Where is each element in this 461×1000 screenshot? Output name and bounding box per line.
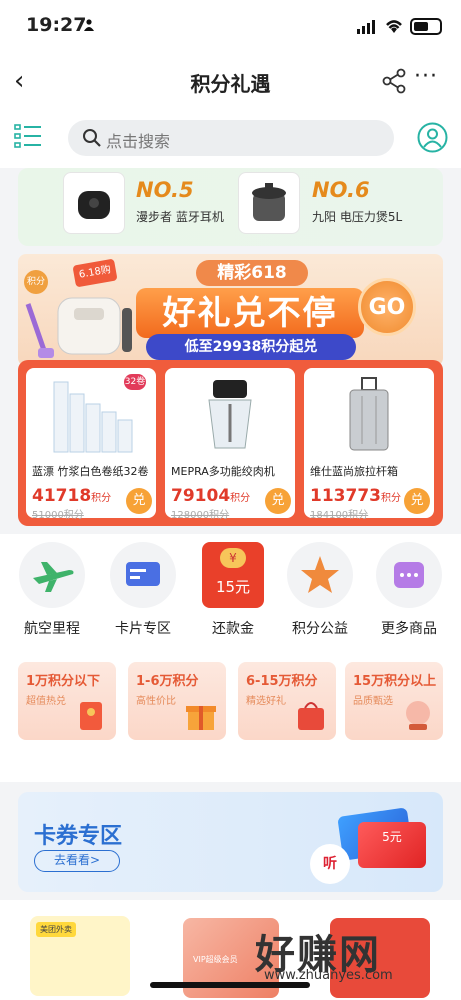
deal-name: 维仕蓝尚旅拉杆箱 — [310, 465, 398, 478]
category-label: 积分公益 — [292, 621, 348, 637]
tier-title: 15万积分以上 — [353, 674, 437, 689]
red-packet-icon: ¥ 15元 — [202, 542, 264, 608]
search-placeholder: 点击搜索 — [106, 132, 171, 151]
banner-subtitle: 低至29938积分起兑 — [146, 334, 356, 360]
card-brand-label: 美团外卖 — [36, 922, 76, 937]
coupon-zone-title: 卡券专区 — [34, 824, 123, 849]
product-thumb-cooker[interactable] — [238, 172, 300, 234]
deal-name: MEPRA多功能绞肉机 — [171, 465, 275, 478]
deal-card[interactable]: 维仕蓝尚旅拉杆箱 113773积分 184100积分 兑 — [304, 368, 434, 521]
deal-name: 蓝漂 竹浆白色卷纸32卷 — [32, 465, 149, 478]
product-name[interactable]: 漫步者 蓝牙耳机 — [136, 208, 224, 225]
tier-title: 1-6万积分 — [136, 674, 199, 689]
category-row: 航空里程 卡片专区 ¥ 15元 还款金 积分公益 更多商品 — [0, 534, 461, 652]
category-label: 更多商品 — [381, 621, 437, 637]
tier-title: 6-15万积分 — [246, 674, 318, 689]
deal-points: 79104积分 — [171, 486, 251, 506]
tier-card[interactable]: 6-15万积分 精选好礼 — [238, 662, 336, 740]
banner-pill: 精彩618 — [196, 260, 308, 286]
more-button[interactable]: ··· — [414, 66, 444, 94]
rice-cooker-image — [57, 297, 132, 355]
red-envelope-icon — [80, 702, 102, 730]
pack-count-badge: 32卷 — [124, 374, 146, 390]
airplane-icon — [33, 562, 74, 592]
nav-bar: ‹ 积分礼遇 ··· — [0, 56, 461, 108]
category-label: 卡片专区 — [115, 621, 171, 637]
tier-card[interactable]: 15万积分以上 品质甄选 — [345, 662, 443, 740]
product-thumb-earbuds[interactable] — [63, 172, 125, 234]
deal-card[interactable]: MEPRA多功能绞肉机 79104积分 128000积分 兑 — [165, 368, 295, 521]
more-dots-icon — [394, 562, 424, 588]
crystal-ball-icon — [406, 701, 430, 730]
share-icon[interactable] — [381, 68, 407, 94]
promo-banner-618[interactable]: 积分 6.18购 精彩618 好礼兑不停 低至29938积分起兑 GO — [18, 254, 443, 366]
deal-points: 41718积分 — [32, 486, 112, 506]
coupon-circle-badge: 听 — [310, 844, 350, 884]
deal-original-points: 51000积分 — [32, 510, 84, 521]
earbuds-image — [78, 191, 110, 219]
card-icon — [126, 562, 160, 586]
vacuum-image — [25, 303, 54, 358]
wifi-icon — [386, 20, 402, 33]
tier-title: 1万积分以下 — [26, 674, 101, 689]
tier-card[interactable]: 1-6万积分 高性价比 — [128, 662, 226, 740]
packet-value: 15元 — [215, 578, 251, 596]
luggage-image — [349, 377, 389, 451]
gift-box-icon — [186, 706, 216, 730]
deals-panel: 32卷 蓝漂 竹浆白色卷纸32卷 41718积分 51000积分 兑 MEPRA… — [18, 360, 443, 526]
coupon-zone-cta[interactable]: 去看看> — [34, 850, 120, 872]
deal-points: 113773积分 — [310, 486, 401, 506]
status-time: 19:27 — [26, 14, 87, 36]
tier-subtitle: 高性价比 — [136, 696, 176, 707]
coupon-zone-banner[interactable]: 卡券专区 去看看> 5元 听 — [18, 792, 443, 892]
top-products-strip: NO.5 漫步者 蓝牙耳机 NO.6 九阳 电压力煲5L — [18, 168, 443, 246]
star-icon — [301, 556, 339, 593]
yuan-symbol: ¥ — [220, 548, 246, 568]
home-indicator[interactable] — [150, 982, 310, 988]
category-label: 航空里程 — [24, 621, 80, 637]
status-bar: 19:27 — [0, 0, 461, 56]
deal-original-points: 184100积分 — [310, 510, 369, 521]
category-label: 还款金 — [212, 621, 254, 637]
deal-card[interactable]: 32卷 蓝漂 竹浆白色卷纸32卷 41718积分 51000积分 兑 — [26, 368, 156, 521]
bottom-card-meituan[interactable]: 美团外卖 — [30, 916, 130, 996]
tier-card[interactable]: 1万积分以下 超值热兑 — [18, 662, 116, 740]
points-tier-row: 1万积分以下 超值热兑 1-6万积分 高性价比 6-15万积分 精选好礼 15万… — [0, 652, 461, 752]
search-row: 点击搜索 — [0, 108, 461, 168]
banner-points-badge: 积分 — [24, 270, 48, 294]
search-icon — [83, 129, 101, 147]
person-icon — [84, 19, 94, 31]
tier-subtitle: 品质甄选 — [353, 696, 393, 707]
coupon-card-red: 5元 — [358, 822, 426, 868]
banner-headline: 好礼兑不停 — [136, 288, 364, 338]
category-menu-icon[interactable] — [14, 122, 42, 150]
signal-icon — [357, 20, 375, 34]
product-rank: NO.5 — [136, 178, 194, 202]
redeem-button[interactable]: 兑 — [404, 488, 430, 514]
card-brand-label: VIP超级会员 — [193, 955, 238, 964]
tier-subtitle: 精选好礼 — [246, 696, 286, 707]
product-rank: NO.6 — [312, 178, 370, 202]
battery-icon — [410, 18, 442, 35]
banner-go-button[interactable]: GO — [358, 278, 416, 336]
user-profile-icon[interactable] — [417, 122, 448, 153]
tier-subtitle: 超值热兑 — [26, 696, 66, 707]
redeem-button[interactable]: 兑 — [265, 488, 291, 514]
section-gap — [0, 752, 461, 782]
search-input[interactable]: 点击搜索 — [68, 120, 394, 156]
product-name[interactable]: 九阳 电压力煲5L — [312, 208, 402, 225]
gift-bag-icon — [298, 702, 324, 730]
redeem-button[interactable]: 兑 — [126, 488, 152, 514]
pressure-cooker-image — [252, 183, 286, 221]
meat-grinder-image — [208, 380, 252, 449]
coupon-card-value: 5元 — [382, 830, 402, 844]
deal-original-points: 128000积分 — [171, 510, 230, 521]
watermark-url: www.zhuanyes.com — [264, 968, 393, 983]
